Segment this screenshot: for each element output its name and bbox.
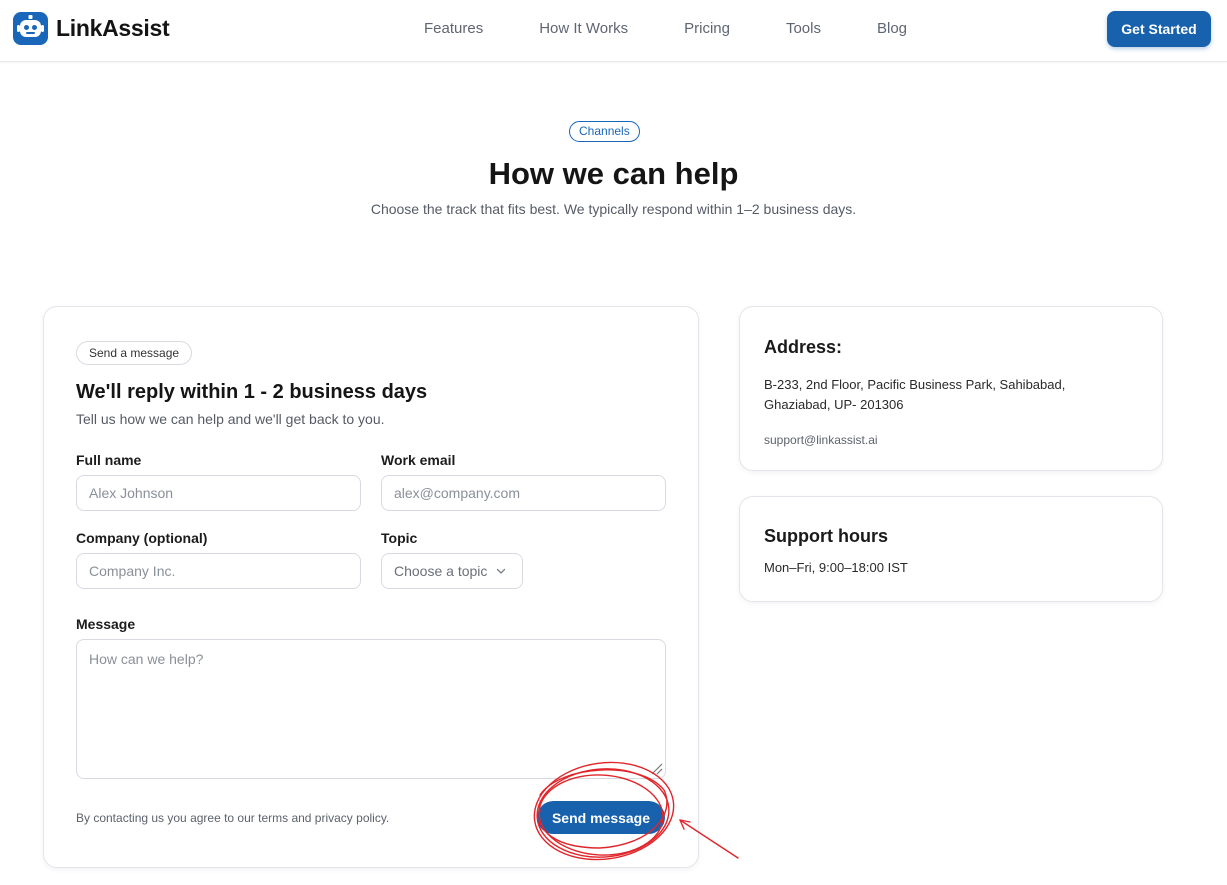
- work-email-input[interactable]: [381, 475, 666, 511]
- topic-select-value: Choose a topic: [394, 563, 488, 579]
- form-title: We'll reply within 1 - 2 business days: [76, 381, 428, 403]
- work-email-label: Work email: [381, 452, 456, 468]
- support-hours-title: Support hours: [764, 526, 888, 546]
- brand-name: LinkAssist: [56, 15, 170, 41]
- resize-handle-icon[interactable]: [650, 762, 664, 776]
- support-hours-text: Mon–Fri, 9:00–18:00 IST: [764, 560, 908, 575]
- robot-logo-icon: [13, 12, 48, 45]
- company-input[interactable]: [76, 553, 361, 589]
- nav-link-how-it-works[interactable]: How It Works: [539, 20, 628, 37]
- main-nav: Features How It Works Pricing Tools Blog: [424, 20, 963, 37]
- full-name-input[interactable]: [76, 475, 361, 511]
- address-title: Address:: [764, 337, 843, 357]
- section-pill: Channels: [569, 121, 640, 142]
- consent-text: By contacting us you agree to our terms …: [76, 811, 390, 825]
- address-card: Address: B-233, 2nd Floor, Pacific Busin…: [739, 306, 1163, 471]
- topic-label: Topic: [381, 530, 418, 546]
- nav-link-features[interactable]: Features: [424, 20, 483, 37]
- nav-link-pricing[interactable]: Pricing: [684, 20, 730, 37]
- brand[interactable]: LinkAssist: [13, 12, 170, 45]
- page-subtitle: Choose the track that fits best. We typi…: [370, 201, 857, 217]
- message-label: Message: [76, 616, 136, 632]
- message-textarea[interactable]: [76, 639, 666, 779]
- full-name-label: Full name: [76, 452, 142, 468]
- nav-link-tools[interactable]: Tools: [786, 20, 821, 37]
- contact-form-card: Send a message We'll reply within 1 - 2 …: [43, 306, 699, 868]
- top-navbar: LinkAssist Features How It Works Pricing…: [0, 0, 1227, 62]
- support-email[interactable]: support@linkassist.ai: [764, 433, 878, 447]
- address-line-2: Ghaziabad, UP- 201306: [764, 397, 904, 412]
- support-hours-card: Support hours Mon–Fri, 9:00–18:00 IST: [739, 496, 1163, 602]
- form-tag: Send a message: [76, 341, 193, 365]
- chevron-down-icon: [497, 568, 506, 574]
- nav-link-blog[interactable]: Blog: [877, 20, 907, 37]
- company-label: Company (optional): [76, 530, 208, 546]
- send-message-button[interactable]: Send message: [537, 801, 665, 834]
- page-title: How we can help: [488, 156, 739, 191]
- get-started-button[interactable]: Get Started: [1107, 11, 1211, 47]
- address-line-1: B-233, 2nd Floor, Pacific Business Park,…: [764, 377, 1066, 392]
- form-subtitle: Tell us how we can help and we'll get ba…: [76, 411, 385, 427]
- topic-select[interactable]: Choose a topic: [381, 553, 523, 589]
